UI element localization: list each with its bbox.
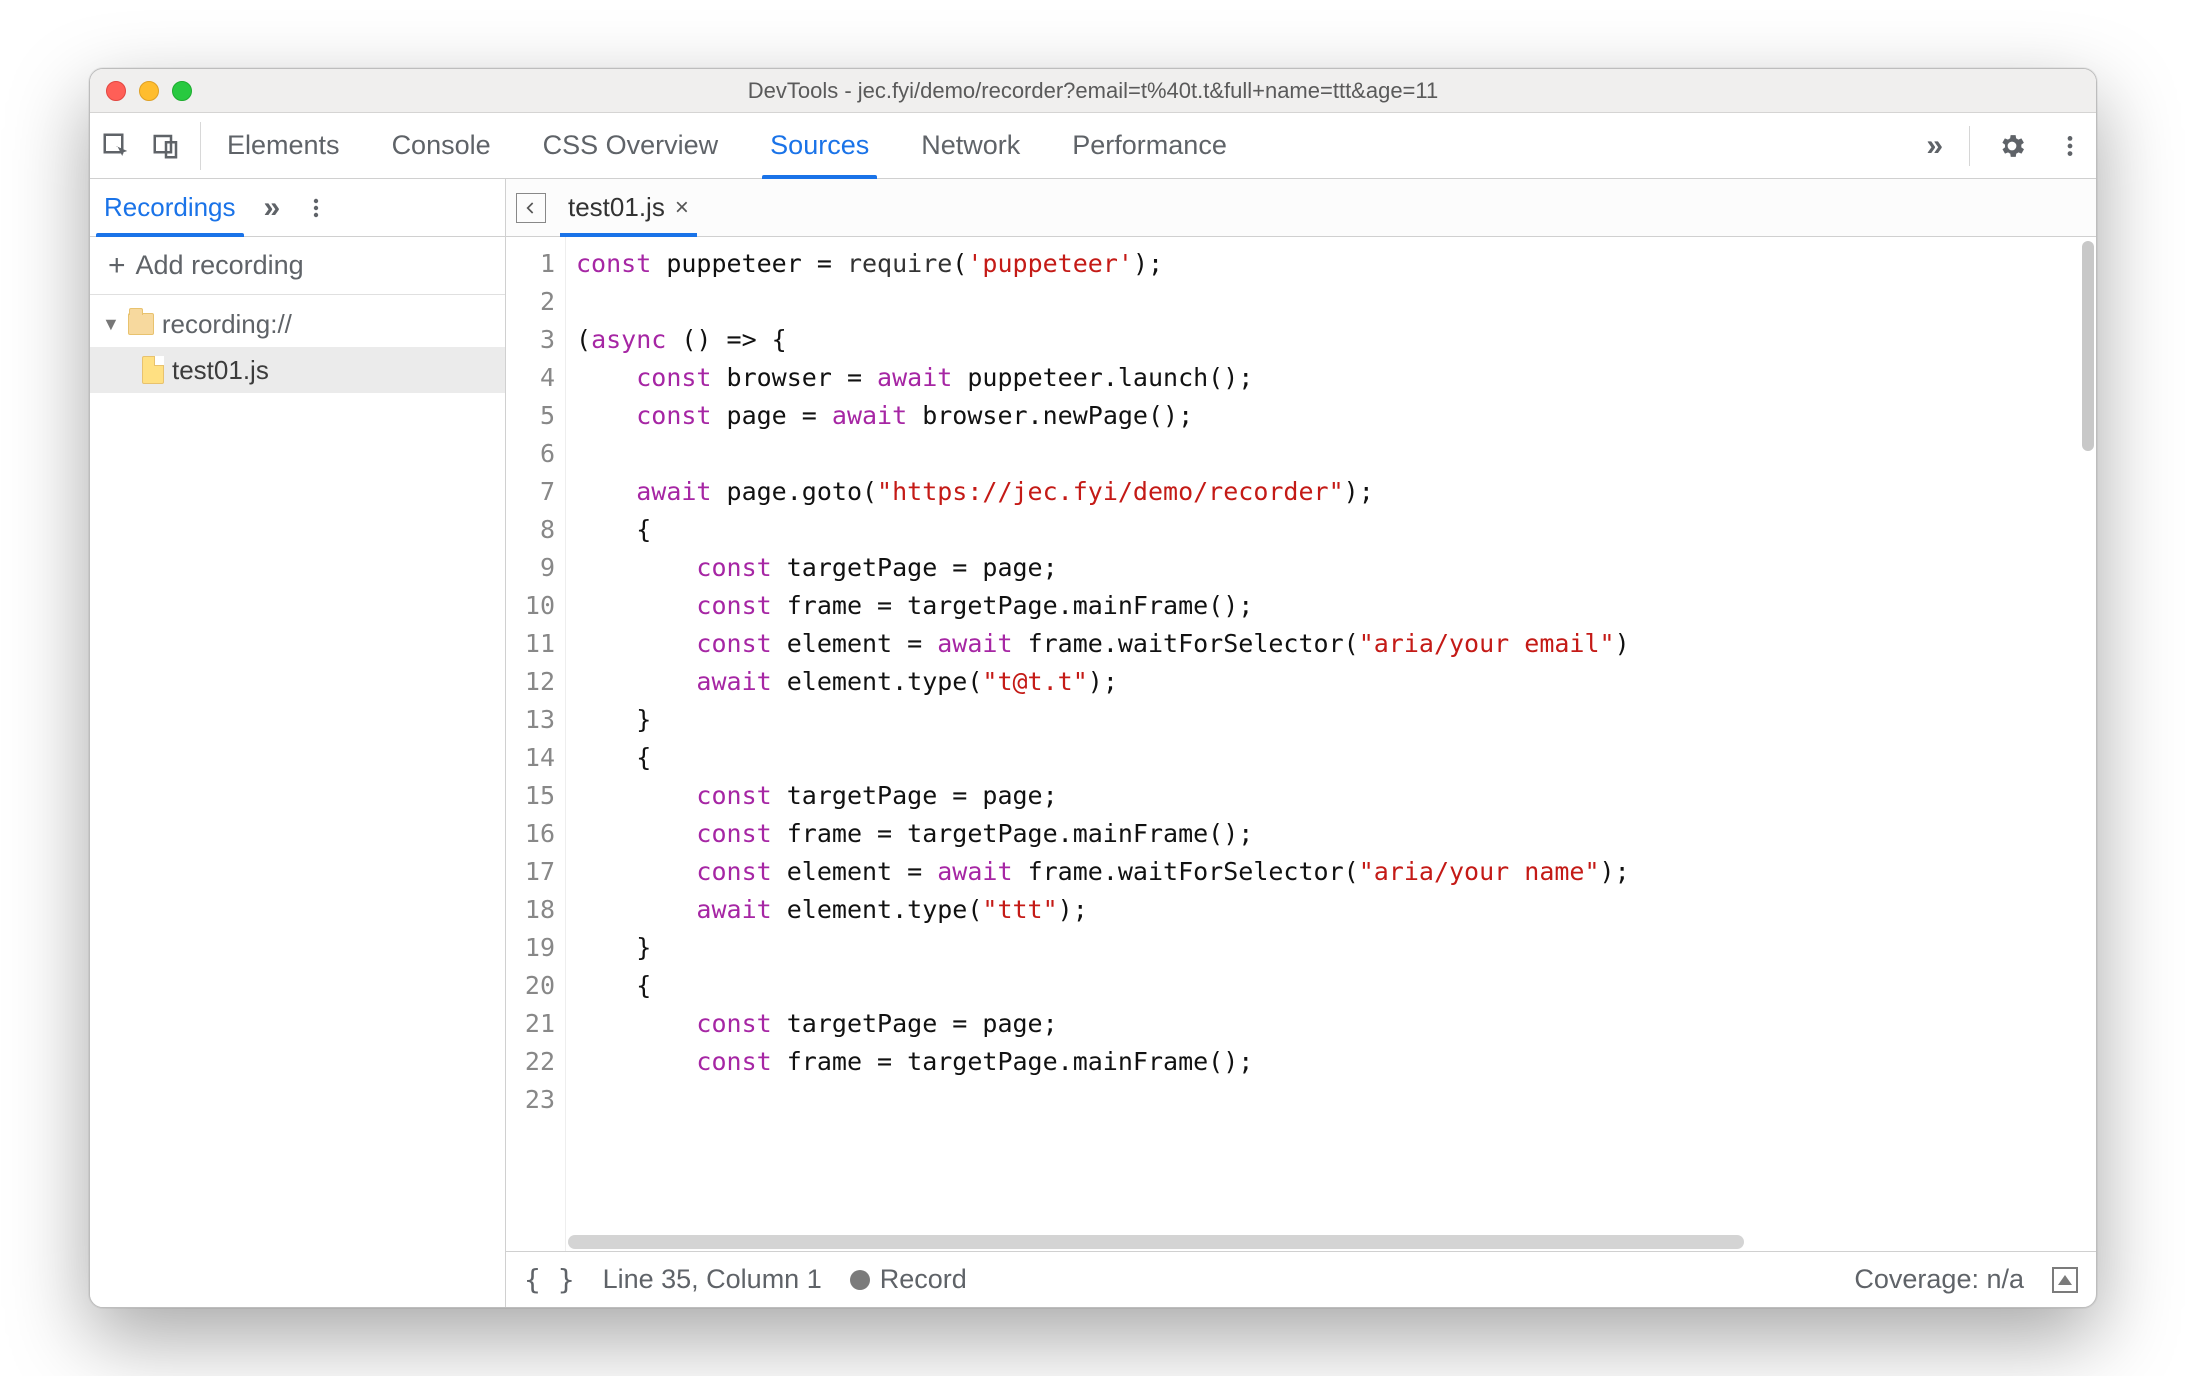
tree-folder-row[interactable]: ▼ recording:// [90, 301, 505, 347]
add-recording-label: Add recording [136, 250, 304, 281]
panel-tab-sources[interactable]: Sources [764, 113, 875, 178]
coverage-label: Coverage: n/a [1854, 1264, 2024, 1295]
panel-tab-performance[interactable]: Performance [1066, 113, 1233, 178]
sidebar-kebab-icon[interactable] [300, 192, 332, 224]
record-button[interactable]: Record [850, 1264, 967, 1295]
panel-tab-console[interactable]: Console [386, 113, 497, 178]
sidebar-tabs: Recordings » [90, 179, 505, 237]
sidebar-more-tabs-button[interactable]: » [264, 191, 281, 225]
folder-label: recording:// [162, 309, 292, 340]
editor-tab[interactable]: test01.js × [560, 179, 697, 236]
record-label: Record [880, 1264, 967, 1294]
record-dot-icon [850, 1270, 870, 1290]
vertical-scrollbar[interactable] [2080, 237, 2096, 1251]
file-tree: ▼ recording:// test01.js [90, 295, 505, 1307]
inspect-element-icon[interactable] [100, 130, 132, 162]
file-icon [142, 356, 164, 384]
sidebar-tab-recordings[interactable]: Recordings [90, 179, 250, 236]
kebab-menu-icon[interactable] [2054, 130, 2086, 162]
close-tab-icon[interactable]: × [675, 194, 689, 222]
tree-file-row[interactable]: test01.js [90, 347, 505, 393]
plus-icon: + [108, 249, 126, 283]
line-gutter: 1 2 3 4 5 6 7 8 9 10 11 12 13 14 15 16 1… [506, 237, 566, 1251]
window-title: DevTools - jec.fyi/demo/recorder?email=t… [90, 78, 2096, 104]
panel-tab-css-overview[interactable]: CSS Overview [537, 113, 725, 178]
editor-tabs: test01.js × [506, 179, 2096, 237]
sidebar: Recordings » + Add recording ▼ recording… [90, 179, 506, 1307]
file-label: test01.js [172, 355, 269, 386]
code-editor[interactable]: 1 2 3 4 5 6 7 8 9 10 11 12 13 14 15 16 1… [506, 237, 2096, 1251]
titlebar: DevTools - jec.fyi/demo/recorder?email=t… [90, 69, 2096, 113]
more-tabs-button[interactable]: » [1926, 129, 1943, 163]
disclosure-triangle-icon: ▼ [102, 314, 120, 335]
statusbar: { } Line 35, Column 1 Record Coverage: n… [506, 1251, 2096, 1307]
main-toolbar: Elements Console CSS Overview Sources Networ… [90, 113, 2096, 179]
panel-tab-elements[interactable]: Elements [221, 113, 346, 178]
add-recording-button[interactable]: + Add recording [90, 237, 505, 295]
pretty-print-button[interactable]: { } [524, 1263, 575, 1296]
devtools-window: DevTools - jec.fyi/demo/recorder?email=t… [89, 68, 2097, 1308]
settings-icon[interactable] [1996, 130, 2028, 162]
editor-tab-filename: test01.js [568, 192, 665, 223]
horizontal-scrollbar[interactable] [568, 1235, 2076, 1249]
navigator-toggle-icon[interactable] [516, 193, 546, 223]
code-content[interactable]: const puppeteer = require('puppeteer'); … [566, 237, 2096, 1251]
divider [1969, 126, 1970, 166]
device-toolbar-icon[interactable] [150, 130, 182, 162]
editor-area: test01.js × 1 2 3 4 5 6 7 8 9 10 11 12 1… [506, 179, 2096, 1307]
cursor-position: Line 35, Column 1 [603, 1264, 822, 1295]
body: Recordings » + Add recording ▼ recording… [90, 179, 2096, 1307]
panel-tabs: Elements Console CSS Overview Sources Networ… [221, 113, 1233, 178]
folder-icon [128, 313, 154, 335]
panel-tab-network[interactable]: Network [915, 113, 1026, 178]
show-console-drawer-icon[interactable] [2052, 1267, 2078, 1293]
